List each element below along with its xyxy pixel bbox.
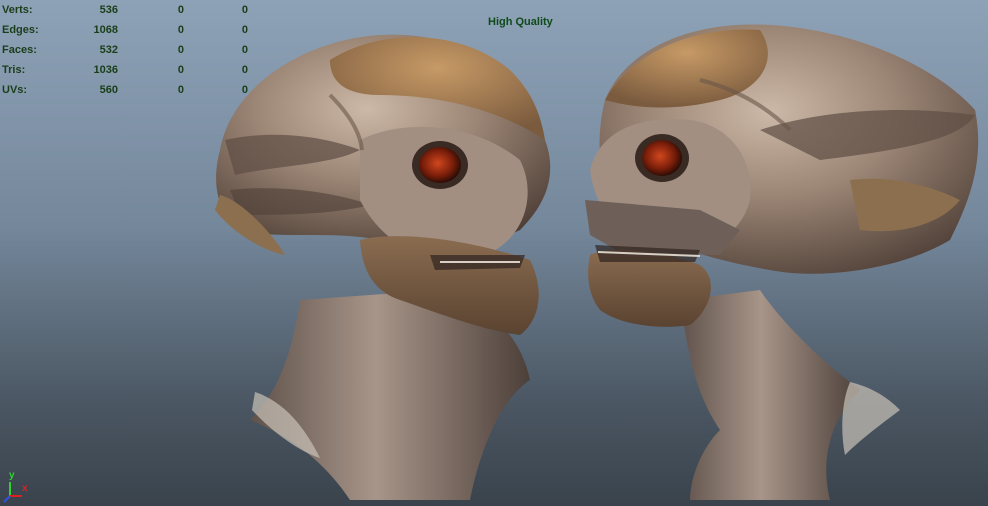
hud-row-faces: Faces: 532 0 0	[2, 40, 262, 60]
hud-value: 0	[177, 84, 184, 96]
hud-value: 1036	[93, 64, 118, 76]
hud-row-verts: Verts: 536 0 0	[2, 0, 262, 20]
hud-value: 0	[177, 4, 184, 16]
hud-label: Edges:	[2, 24, 39, 36]
hud-label: UVs:	[2, 84, 28, 96]
hud-value: 0	[241, 44, 248, 56]
poly-count-hud: Verts: 536 0 0 Edges: 1068 0 0 Faces: 53…	[2, 0, 262, 100]
hud-value: 1068	[93, 24, 118, 36]
hud-label: Faces:	[2, 44, 37, 56]
alien-head-left[interactable]	[215, 34, 551, 500]
hud-value: 0	[241, 24, 248, 36]
axis-y-label: y	[9, 470, 15, 481]
hud-label: Tris:	[2, 64, 26, 76]
hud-value: 0	[177, 64, 184, 76]
hud-value: 0	[177, 44, 184, 56]
hud-value: 560	[99, 84, 118, 96]
hud-value: 0	[241, 4, 248, 16]
hud-value: 0	[241, 84, 248, 96]
hud-row-edges: Edges: 1068 0 0	[2, 20, 262, 40]
hud-value: 536	[99, 4, 118, 16]
3d-viewport[interactable]: Verts: 536 0 0 Edges: 1068 0 0 Faces: 53…	[0, 0, 988, 506]
hud-label: Verts:	[2, 4, 33, 16]
hud-value: 0	[177, 24, 184, 36]
hud-row-uvs: UVs: 560 0 0	[2, 80, 262, 100]
hud-value: 0	[241, 64, 248, 76]
axis-x-label: x	[22, 483, 28, 494]
hud-row-tris: Tris: 1036 0 0	[2, 60, 262, 80]
axis-gizmo: y x	[0, 466, 40, 506]
hud-value: 532	[99, 44, 118, 56]
render-quality-label: High Quality	[488, 16, 553, 28]
alien-head-right[interactable]	[585, 24, 979, 500]
axis-gizmo-icon	[3, 482, 22, 503]
